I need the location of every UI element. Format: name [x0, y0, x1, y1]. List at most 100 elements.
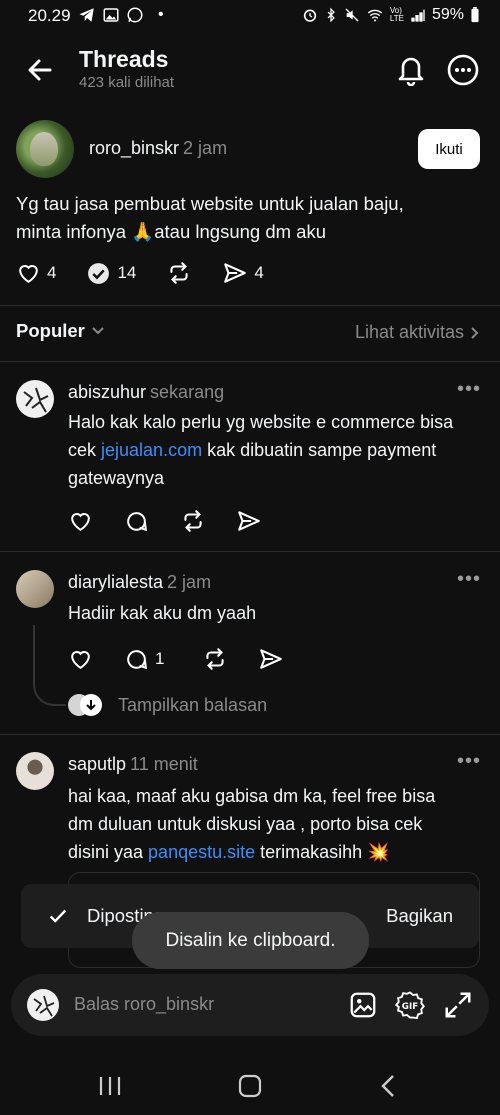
reply-body: hai kaa, maaf aku gabisa dm ka, feel fre…: [68, 782, 483, 866]
reply-time: 11 menit: [130, 754, 198, 774]
repost-badge-button[interactable]: 14: [86, 261, 136, 286]
avatar[interactable]: [16, 380, 54, 418]
status-bar: 20.29 • Vo) LTE 59%: [0, 0, 500, 34]
reply-more-icon[interactable]: •••: [457, 750, 481, 773]
divider: [0, 551, 500, 552]
post-body: Yg tau jasa pembuat website untuk jualan…: [16, 190, 486, 246]
repost-button[interactable]: [180, 507, 208, 535]
signal-icon: [411, 9, 425, 22]
telegram-icon: [79, 8, 94, 22]
reply-more-icon[interactable]: •••: [457, 568, 481, 591]
expand-icon[interactable]: [443, 990, 473, 1020]
divider: [0, 734, 500, 735]
pray-emoji: 🙏: [131, 221, 155, 242]
heart-icon: [71, 650, 90, 669]
comment-button[interactable]: 1: [124, 645, 174, 673]
share-button[interactable]: [258, 645, 286, 673]
reply-author[interactable]: abiszuhur sekarang: [68, 382, 224, 403]
page-title: Threads: [79, 46, 169, 72]
repost-icon: [206, 648, 224, 670]
reply-text-line: hai kaa, maaf aku gabisa dm ka, feel fre…: [68, 786, 436, 806]
view-activity-link[interactable]: Lihat aktivitas: [355, 322, 480, 343]
like-button[interactable]: [68, 645, 96, 673]
gif-icon[interactable]: GIF: [395, 990, 425, 1020]
heart-icon: [19, 264, 38, 283]
recent-apps-icon[interactable]: [98, 1076, 122, 1096]
replier-avatars: [68, 694, 104, 716]
reply-input[interactable]: Balas roro_binskr: [74, 994, 214, 1015]
avatar[interactable]: [16, 120, 74, 178]
share-count: 4: [254, 263, 264, 282]
chevron-right-icon: [471, 326, 479, 339]
battery-icon: [471, 7, 479, 23]
send-icon: [224, 263, 247, 283]
view-count: 423 kali dilihat: [79, 74, 175, 91]
dot-icon: •: [158, 6, 164, 23]
reply-username[interactable]: saputlp: [68, 754, 126, 774]
notification-icons: •: [78, 6, 164, 24]
comment-button[interactable]: [124, 507, 152, 535]
reply-actions: 1: [68, 645, 314, 673]
collision-emoji: 💥: [367, 842, 390, 862]
heart-icon: [71, 512, 90, 531]
status-time: 20.29: [28, 6, 71, 25]
volte-icon: Vo) LTE: [389, 6, 404, 23]
comment-icon: [127, 649, 148, 669]
reply-author[interactable]: saputlp 11 menit: [68, 754, 198, 775]
back-nav-icon[interactable]: [380, 1074, 396, 1098]
check-badge-icon: [88, 262, 110, 284]
post-actions: 4 14 4: [16, 258, 294, 288]
reply-time: sekarang: [150, 382, 225, 402]
share-button[interactable]: 4: [222, 260, 264, 286]
system-nav-bar: [0, 1055, 500, 1115]
show-replies-label[interactable]: Tampilkan balasan: [118, 695, 267, 716]
check-icon: [49, 909, 67, 923]
reply-time: 2 jam: [167, 572, 212, 592]
share-toast-button[interactable]: Bagikan: [386, 905, 453, 927]
like-count: 4: [47, 263, 57, 282]
arrow-down-icon: [80, 694, 102, 716]
alarm-icon: [303, 9, 317, 22]
mute-icon: [345, 8, 359, 22]
reply-text-line: disini yaa panqestu.site terimakasihh 💥: [68, 842, 390, 862]
system-icons: Vo) LTE 59%: [302, 6, 480, 24]
sort-dropdown[interactable]: Populer: [16, 320, 105, 342]
gallery-icon: [103, 8, 119, 22]
reply-text-line: cek jejualan.com kak dibuatin sampe paym…: [68, 440, 437, 460]
reply-link[interactable]: panqestu.site: [148, 842, 255, 862]
like-button[interactable]: [68, 507, 96, 535]
post-text-line: Yg tau jasa pembuat website untuk jualan…: [16, 193, 404, 214]
more-options-icon[interactable]: [447, 54, 479, 86]
avatar[interactable]: [16, 570, 54, 608]
thread-line: [33, 625, 66, 706]
repost-icon: [184, 510, 202, 532]
whatsapp-icon: [127, 7, 143, 23]
post-username[interactable]: roro_binskr: [89, 138, 179, 158]
repost-button[interactable]: [202, 645, 230, 673]
reply-author[interactable]: diarylialesta 2 jam: [68, 572, 211, 593]
wifi-icon: [367, 9, 383, 22]
like-button[interactable]: 4: [16, 261, 56, 286]
reply-username[interactable]: diarylialesta: [68, 572, 163, 592]
reply-more-icon[interactable]: •••: [457, 378, 481, 401]
avatar[interactable]: [16, 752, 54, 790]
image-icon[interactable]: [348, 990, 378, 1020]
back-arrow-icon[interactable]: [24, 54, 56, 86]
avatar: [27, 989, 59, 1021]
share-button[interactable]: [236, 507, 264, 535]
reply-username[interactable]: abiszuhur: [68, 382, 146, 402]
sketch-avatar-icon: [23, 387, 49, 413]
home-icon[interactable]: [238, 1074, 262, 1098]
divider: [0, 361, 500, 362]
post-text-line: minta infonya 🙏atau lngsung dm aku: [16, 221, 326, 242]
post-author[interactable]: roro_binskr 2 jam: [89, 138, 227, 159]
follow-button[interactable]: Ikuti: [418, 129, 480, 169]
chevron-down-icon: [92, 327, 104, 335]
view-activity-label: Lihat aktivitas: [354, 322, 464, 342]
reply-link[interactable]: jejualan.com: [101, 440, 202, 460]
reply-actions: [68, 507, 292, 535]
bell-icon[interactable]: [395, 52, 427, 86]
repost-button[interactable]: [166, 260, 192, 286]
reply-composer[interactable]: Balas roro_binskr GIF: [11, 974, 489, 1036]
show-replies-row[interactable]: Tampilkan balasan: [68, 694, 267, 716]
